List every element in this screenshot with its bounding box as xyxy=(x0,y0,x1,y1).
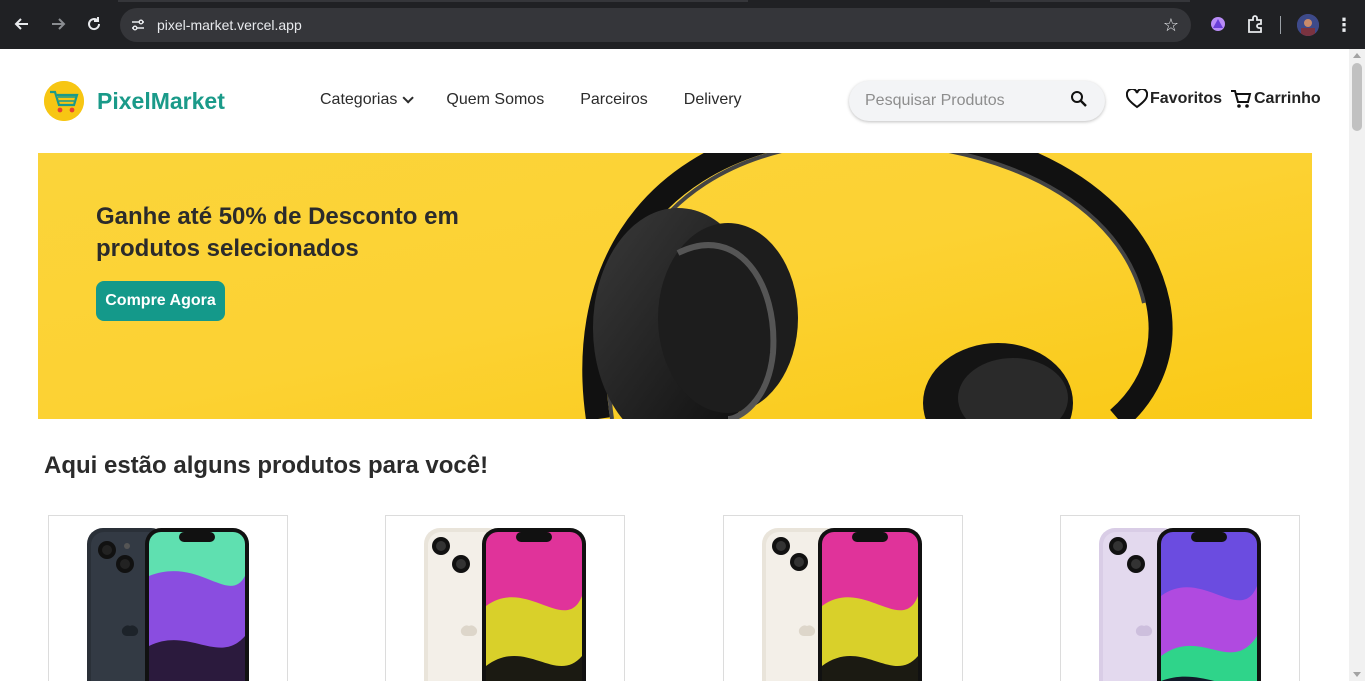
chevron-down-icon xyxy=(402,92,415,104)
product-image xyxy=(1099,528,1261,681)
product-card[interactable] xyxy=(723,515,963,681)
search-input[interactable] xyxy=(865,90,1055,112)
favorites-link[interactable]: Favoritos xyxy=(1126,89,1222,109)
cart-link[interactable]: Carrinho xyxy=(1230,89,1321,109)
browser-toolbar: pixel-market.vercel.app ☆ ⋮ xyxy=(0,0,1365,49)
product-card[interactable] xyxy=(1060,515,1300,681)
product-card[interactable] xyxy=(385,515,625,681)
nav-label: Delivery xyxy=(683,91,742,108)
extension-icon[interactable] xyxy=(1207,13,1229,35)
nav-label: Quem Somos xyxy=(446,91,545,108)
browser-menu-icon[interactable]: ⋮ xyxy=(1335,14,1353,36)
page: PixelMarket Categorias Quem Somos Parcei… xyxy=(0,49,1349,681)
products-section-title: Aqui estão alguns produtos para você! xyxy=(44,452,489,479)
shopping-cart-logo-icon xyxy=(44,81,84,121)
tab-strip xyxy=(0,0,1365,2)
favorites-label: Favoritos xyxy=(1150,90,1223,107)
site-settings-icon[interactable] xyxy=(130,17,146,33)
scroll-down-icon[interactable] xyxy=(1353,672,1361,677)
forward-icon[interactable] xyxy=(44,10,72,38)
nav-delivery[interactable]: Delivery xyxy=(684,91,742,109)
url-text[interactable]: pixel-market.vercel.app xyxy=(157,17,302,33)
search-icon[interactable] xyxy=(1070,90,1088,108)
page-scrollbar[interactable] xyxy=(1349,49,1365,681)
address-bar[interactable]: pixel-market.vercel.app ☆ xyxy=(120,8,1191,42)
nav-label: Parceiros xyxy=(580,91,648,108)
brand-name: PixelMarket xyxy=(97,87,225,114)
search-box xyxy=(849,81,1105,121)
bookmark-star-icon[interactable]: ☆ xyxy=(1163,15,1179,36)
buy-now-button[interactable]: Compre Agora xyxy=(96,281,225,321)
cart-icon xyxy=(1231,90,1252,108)
nav-categorias[interactable]: Categorias xyxy=(320,91,415,109)
nav-parceiros[interactable]: Parceiros xyxy=(580,91,648,109)
headphones-image xyxy=(38,153,1312,419)
reload-icon[interactable] xyxy=(80,10,108,38)
banner-headline: Ganhe até 50% de Desconto em produtos se… xyxy=(96,203,459,262)
promo-banner: Ganhe até 50% de Desconto em produtos se… xyxy=(38,153,1312,419)
heart-icon xyxy=(1126,89,1148,109)
scroll-up-icon[interactable] xyxy=(1353,53,1361,58)
toolbar-divider xyxy=(1280,16,1281,34)
extensions-puzzle-icon[interactable] xyxy=(1244,13,1266,35)
scrollbar-thumb[interactable] xyxy=(1352,63,1362,131)
product-image xyxy=(762,528,922,681)
nav-quem-somos[interactable]: Quem Somos xyxy=(446,91,544,109)
main-nav: Categorias Quem Somos Parceiros Delivery xyxy=(320,91,778,109)
product-card[interactable] xyxy=(48,515,288,681)
cart-label: Carrinho xyxy=(1254,90,1321,107)
product-image xyxy=(424,528,586,681)
brand-logo[interactable]: PixelMarket xyxy=(44,81,225,121)
profile-avatar[interactable] xyxy=(1297,14,1319,36)
nav-label: Categorias xyxy=(320,91,398,108)
back-icon[interactable] xyxy=(8,10,36,38)
product-image xyxy=(87,528,249,681)
